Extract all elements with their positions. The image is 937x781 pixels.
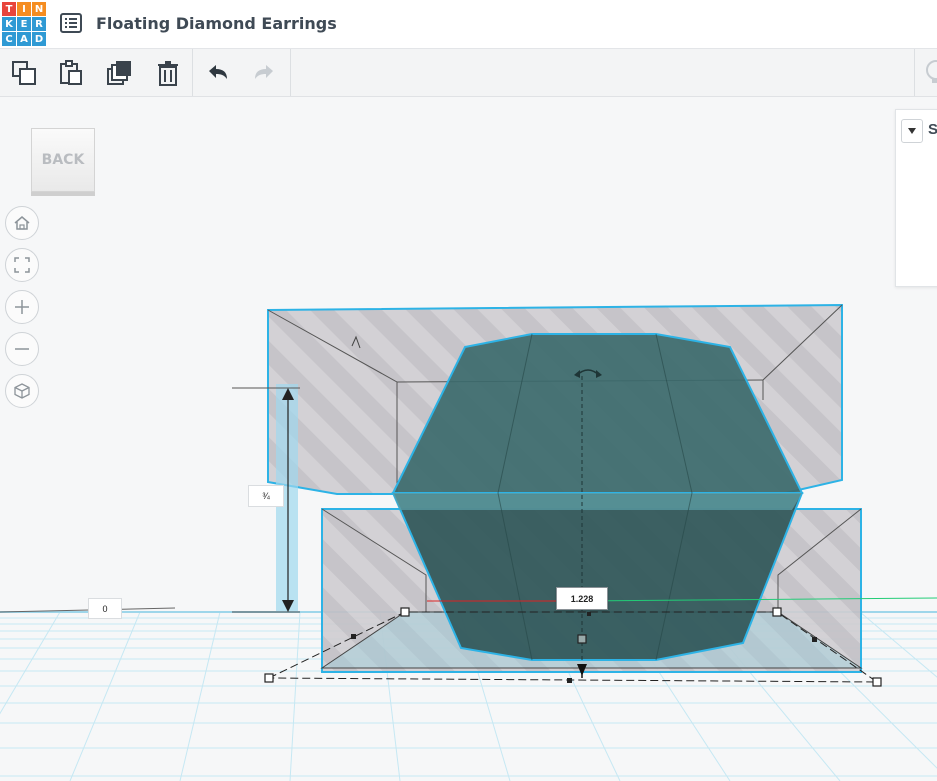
- shape-panel: S: [895, 109, 937, 287]
- panel-title: S: [928, 121, 937, 138]
- zoom-in-icon[interactable]: [5, 290, 39, 324]
- design-title[interactable]: Floating Diamond Earrings: [96, 14, 337, 33]
- panel-collapse-button[interactable]: [901, 119, 923, 143]
- view-cube[interactable]: BACK: [31, 128, 95, 192]
- corner-handle: [872, 677, 882, 687]
- logo-letter: T: [2, 2, 16, 16]
- toolbar-divider: [290, 49, 291, 96]
- corner-handle: [772, 607, 782, 617]
- elevation-value-label[interactable]: 0: [88, 598, 122, 619]
- top-bar: TIN KER CAD Floating Diamond Earrings: [0, 0, 937, 49]
- logo-letter: D: [32, 32, 46, 46]
- fit-view-icon[interactable]: [5, 248, 39, 282]
- diamond-gem: [391, 333, 804, 661]
- logo-letter: K: [2, 17, 16, 31]
- chevron-down-icon: [908, 128, 916, 134]
- tinkercad-logo[interactable]: TIN KER CAD: [2, 2, 46, 46]
- logo-letter: R: [32, 17, 46, 31]
- perspective-icon[interactable]: [5, 374, 39, 408]
- center-handle: [577, 634, 587, 644]
- workplane-canvas[interactable]: [0, 97, 937, 781]
- logo-letter: I: [17, 2, 31, 16]
- redo-icon: [250, 59, 278, 87]
- logo-letter: E: [17, 17, 31, 31]
- toolbar-divider: [192, 49, 193, 96]
- paste-icon[interactable]: [57, 59, 85, 87]
- toolbar-divider: [914, 49, 915, 96]
- height-value-label[interactable]: ¾: [248, 485, 284, 507]
- undo-icon[interactable]: [204, 59, 232, 87]
- logo-letter: N: [32, 2, 46, 16]
- logo-letter: C: [2, 32, 16, 46]
- home-icon[interactable]: [5, 206, 39, 240]
- duplicate-icon[interactable]: [106, 59, 134, 87]
- lightbulb-icon[interactable]: [922, 59, 937, 92]
- logo-letter: A: [17, 32, 31, 46]
- project-list-icon[interactable]: [60, 12, 82, 34]
- copy-icon[interactable]: [10, 59, 38, 87]
- width-value-label[interactable]: 1.228: [556, 587, 608, 610]
- trash-icon[interactable]: [154, 59, 182, 87]
- zoom-out-icon[interactable]: [5, 332, 39, 366]
- edit-toolbar: [0, 49, 937, 97]
- corner-handle: [400, 607, 410, 617]
- corner-handle: [264, 673, 274, 683]
